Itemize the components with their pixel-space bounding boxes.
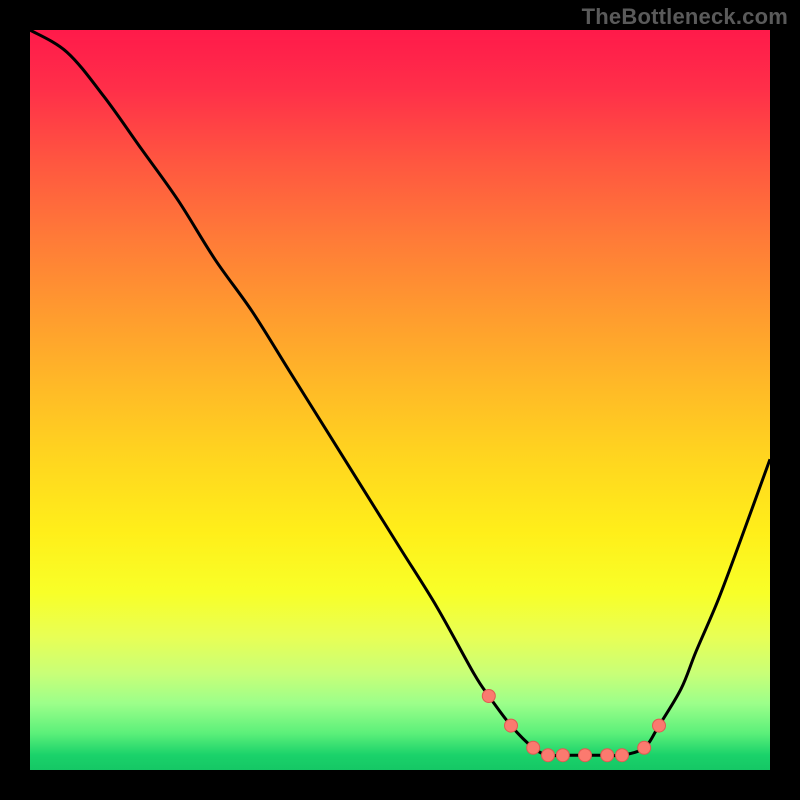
plot-area <box>30 30 770 770</box>
chart-svg <box>30 30 770 770</box>
optimal-marker <box>653 719 666 732</box>
optimal-marker <box>482 690 495 703</box>
optimal-marker <box>527 741 540 754</box>
watermark-text: TheBottleneck.com <box>582 4 788 30</box>
optimal-marker <box>556 749 569 762</box>
optimal-markers-group <box>482 690 665 762</box>
optimal-marker <box>505 719 518 732</box>
optimal-marker <box>579 749 592 762</box>
chart-container: TheBottleneck.com <box>0 0 800 800</box>
bottleneck-curve <box>30 30 770 756</box>
optimal-marker <box>616 749 629 762</box>
optimal-marker <box>601 749 614 762</box>
optimal-marker <box>542 749 555 762</box>
optimal-marker <box>638 741 651 754</box>
